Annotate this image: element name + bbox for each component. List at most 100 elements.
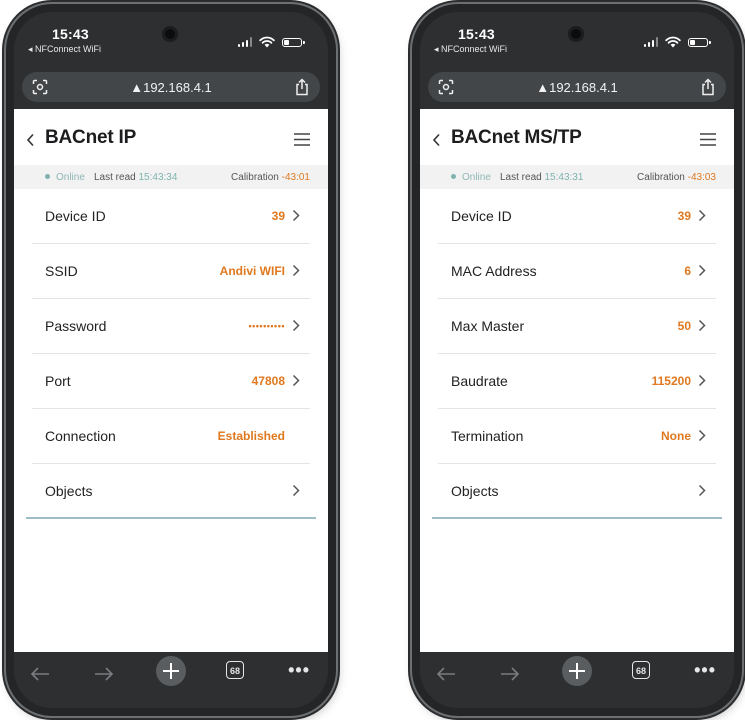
row-baudrate[interactable]: Baudrate 115200 [438, 354, 716, 409]
last-read-time: 15:43:31 [544, 172, 584, 183]
last-read-time: 15:43:34 [138, 172, 178, 183]
address-bar[interactable]: ▲192.168.4.1 [22, 72, 320, 102]
row-label: SSID [45, 263, 78, 279]
chevron-right-icon [698, 264, 706, 277]
row-label: Objects [45, 483, 93, 499]
web-page: BACnet IP Online Last read 15:43:34 Cali… [14, 109, 328, 655]
wifi-icon [665, 36, 681, 48]
online-dot-icon [451, 174, 456, 179]
row-label: Port [45, 373, 71, 389]
row-value: 39 [271, 209, 285, 223]
status-icons [237, 36, 305, 48]
online-dot-icon [45, 174, 50, 179]
chevron-right-icon [698, 429, 706, 442]
row-label: Objects [451, 483, 499, 499]
calibration-value: -43:01 [281, 172, 310, 183]
row-value: 39 [677, 209, 691, 223]
chevron-right-icon [292, 484, 300, 497]
share-icon[interactable] [700, 78, 716, 96]
signal-icon [237, 37, 252, 47]
settings-list: Device ID 39 SSID Andivi WIFI Password •… [26, 189, 316, 519]
row-mac-address[interactable]: MAC Address 6 [438, 244, 716, 299]
chevron-right-icon [698, 319, 706, 332]
camera-icon [568, 26, 584, 42]
chevron-right-icon [292, 209, 300, 222]
row-max-master[interactable]: Max Master 50 [438, 299, 716, 354]
more-icon[interactable]: ••• [288, 660, 310, 681]
menu-icon[interactable] [294, 133, 310, 146]
app-header: BACnet MS/TP [420, 109, 734, 165]
share-icon[interactable] [294, 78, 310, 96]
phone-left: 15:43 ◂ NFConnect WiFi ▲192.168.4.1 BACn… [6, 4, 336, 716]
calibration-label: Calibration [231, 172, 279, 183]
arrow-left-icon[interactable] [30, 666, 50, 682]
screen: 15:43 ◂ NFConnect WiFi ▲192.168.4.1 BACn… [420, 12, 734, 708]
plus-icon [569, 663, 585, 679]
url-text[interactable]: ▲192.168.4.1 [22, 80, 320, 95]
new-tab-button[interactable] [562, 656, 592, 686]
phone-right: 15:43 ◂ NFConnect WiFi ▲192.168.4.1 BACn… [412, 4, 742, 716]
row-label: Device ID [451, 208, 512, 224]
status-time: 15:43 [458, 26, 495, 42]
status-strip: Online Last read 15:43:34 Calibration -4… [14, 165, 328, 189]
row-device-id[interactable]: Device ID 39 [438, 189, 716, 244]
row-label: Connection [45, 428, 116, 444]
camera-icon [162, 26, 178, 42]
row-value: •••••••••• [248, 321, 285, 331]
last-read-label: Last read [500, 172, 542, 183]
tabs-icon[interactable]: 68 [226, 661, 244, 679]
browser-toolbar: 68 ••• [420, 652, 734, 708]
row-objects[interactable]: Objects [26, 464, 316, 519]
page-title: BACnet IP [45, 127, 137, 148]
back-chevron-icon[interactable] [432, 133, 442, 147]
signal-icon [643, 37, 658, 47]
chevron-right-icon [292, 319, 300, 332]
back-chevron-icon[interactable] [26, 133, 36, 147]
battery-icon [688, 37, 711, 47]
row-value: Established [217, 429, 285, 443]
settings-list: Device ID 39 MAC Address 6 Max Master 50… [432, 189, 722, 519]
chevron-right-icon [698, 209, 706, 222]
row-ssid[interactable]: SSID Andivi WIFI [32, 244, 310, 299]
calibration: Calibration -43:01 [231, 172, 310, 183]
address-bar[interactable]: ▲192.168.4.1 [428, 72, 726, 102]
row-label: Device ID [45, 208, 106, 224]
tabs-icon[interactable]: 68 [632, 661, 650, 679]
row-termination[interactable]: Termination None [438, 409, 716, 464]
row-value: 115200 [651, 374, 691, 388]
back-to-app-link[interactable]: ◂ NFConnect WiFi [434, 44, 507, 55]
chevron-right-icon [698, 374, 706, 387]
calibration-label: Calibration [637, 172, 685, 183]
row-port[interactable]: Port 47808 [32, 354, 310, 409]
url-text[interactable]: ▲192.168.4.1 [428, 80, 726, 95]
calibration: Calibration -43:03 [637, 172, 716, 183]
back-to-app-link[interactable]: ◂ NFConnect WiFi [28, 44, 101, 55]
arrow-left-icon[interactable] [436, 666, 456, 682]
chevron-right-icon [292, 374, 300, 387]
row-label: Max Master [451, 318, 525, 334]
row-label: Password [45, 318, 107, 334]
status-bar: 15:43 ◂ NFConnect WiFi [14, 12, 328, 68]
row-password[interactable]: Password •••••••••• [32, 299, 310, 354]
new-tab-button[interactable] [156, 656, 186, 686]
row-value: Andivi WIFI [219, 264, 285, 278]
more-icon[interactable]: ••• [694, 660, 716, 681]
web-page: BACnet MS/TP Online Last read 15:43:31 C… [420, 109, 734, 655]
battery-icon [282, 37, 305, 47]
row-device-id[interactable]: Device ID 39 [32, 189, 310, 244]
row-value: 47808 [251, 374, 285, 388]
row-objects[interactable]: Objects [432, 464, 722, 519]
status-time: 15:43 [52, 26, 89, 42]
row-label: Termination [451, 428, 524, 444]
menu-icon[interactable] [700, 133, 716, 146]
last-read: Last read 15:43:34 [94, 172, 177, 183]
row-value: 6 [684, 264, 691, 278]
online-status: Online [56, 172, 85, 183]
arrow-right-icon[interactable] [500, 666, 520, 682]
row-connection: Connection Established [32, 409, 310, 464]
status-icons [643, 36, 711, 48]
app-header: BACnet IP [14, 109, 328, 165]
arrow-right-icon[interactable] [94, 666, 114, 682]
online-status: Online [462, 172, 491, 183]
row-value: 50 [677, 319, 691, 333]
